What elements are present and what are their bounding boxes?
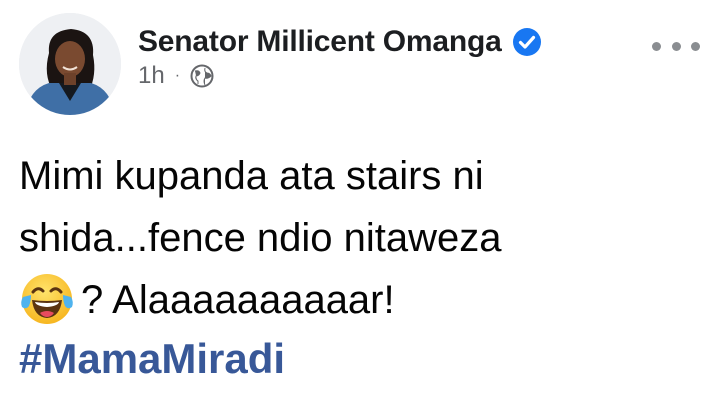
verified-badge-icon: [512, 27, 542, 57]
more-options-icon[interactable]: [652, 34, 700, 58]
post-text-line: Mimi kupanda ata stairs ni: [19, 154, 484, 198]
post-text-line: shida...fence ndio nitaweza: [19, 216, 502, 260]
author-row: Senator Millicent Omanga: [138, 22, 542, 62]
more-dot: [652, 41, 661, 51]
post-text-line: ? Alaaaaaaaaaar!: [81, 278, 395, 322]
post-text-line-with-emoji: ? Alaaaaaaaaaar!: [19, 269, 709, 331]
more-dot: [691, 41, 700, 51]
meta-separator: ·: [174, 67, 181, 84]
facebook-post: Senator Millicent Omanga 1h · Mimi kupan…: [0, 0, 720, 412]
avatar[interactable]: [19, 13, 121, 115]
post-meta: 1h ·: [138, 60, 214, 92]
post-body: Mimi kupanda ata stairs ni shida...fence…: [19, 145, 709, 331]
more-dot: [671, 41, 681, 51]
hashtag-link[interactable]: #MamaMiradi: [19, 331, 285, 387]
post-time[interactable]: 1h: [138, 62, 165, 90]
profile-photo: [19, 13, 121, 115]
globe-icon[interactable]: [190, 64, 214, 88]
author-name[interactable]: Senator Millicent Omanga: [138, 25, 502, 59]
face-with-tears-of-joy-icon: [19, 271, 75, 327]
